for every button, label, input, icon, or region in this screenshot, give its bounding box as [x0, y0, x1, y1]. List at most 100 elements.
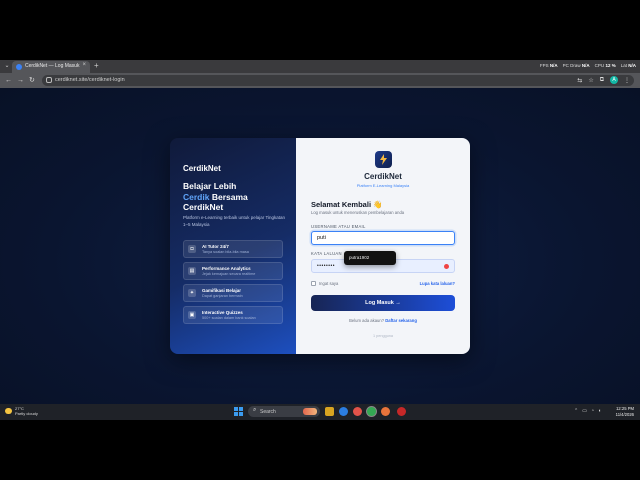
perf-stats: FPS N/A PC Draw N/A CPU 12 % Lat N/A — [540, 63, 636, 68]
stat-pc-draw: PC Draw N/A — [562, 63, 590, 68]
weather-desc: Partly cloudy — [15, 411, 38, 416]
battery-icon[interactable]: ▭ — [582, 408, 587, 414]
wave-icon: 👋 — [373, 200, 383, 209]
welcome-text: Selamat Kembali — [311, 200, 372, 209]
feature-ai-tutor: ◘ AI Tutor 24/7 Tanya soalan bila-bila m… — [183, 240, 283, 258]
weather-icon — [5, 408, 12, 414]
bookmark-star-icon[interactable]: ☆ — [588, 77, 593, 84]
taskbar: 27°C Partly cloudy ⌕ Search ⌃ ▭ ◔ ◖ 12:2… — [0, 404, 640, 420]
browser-toolbar: ← → ↻ cerdiknet.site/cerdiknet-login ⇆ ☆… — [0, 73, 640, 88]
screen: ⌄ CerdikNet — Log Masuk × + FPS N/A PC D… — [0, 0, 640, 480]
promo-subtitle: Platform e-Learning terbaik untuk pelaja… — [183, 215, 286, 227]
stat-cpu: CPU 12 % — [594, 63, 616, 68]
weather-widget[interactable]: 27°C Partly cloudy — [5, 406, 38, 416]
back-icon[interactable]: ← — [5, 76, 12, 85]
browser-app-icon[interactable] — [381, 407, 390, 416]
login-panel: CerdikNet Platform E-Learning Malaysia S… — [296, 138, 470, 354]
search-label: Search — [260, 409, 276, 415]
promo-headline: Belajar Lebih Cerdik Bersama CerdikNet — [183, 181, 288, 213]
stat-fps: FPS N/A — [539, 63, 558, 68]
feature-title: AI Tutor 24/7 — [202, 244, 229, 249]
taskbar-search[interactable]: ⌕ Search — [248, 406, 320, 417]
username-label: USERNAME ATAU EMAIL — [311, 224, 366, 229]
username-field[interactable]: puti — [311, 231, 455, 245]
feature-sub: Dapat ganjaran bermain — [202, 294, 243, 298]
remember-me[interactable]: Ingat saya — [311, 281, 338, 286]
tab-strip: ⌄ CerdikNet — Log Masuk × + FPS N/A PC D… — [0, 60, 640, 73]
welcome-subtitle: Log masuk untuk meneruskan pembelajaran … — [311, 210, 405, 215]
username-value[interactable]: puti — [317, 235, 326, 241]
omnibox-actions: ⇆ ☆ ⧉ A ⋮ — [577, 76, 630, 84]
feature-sub: Tanya soalan bila-bila masa — [202, 250, 249, 254]
close-icon[interactable]: × — [82, 62, 86, 68]
wifi-icon[interactable]: ◔ — [591, 408, 594, 414]
address-bar[interactable]: cerdiknet.site/cerdiknet-login ⇆ ☆ ⧉ A ⋮ — [42, 75, 634, 86]
reload-icon[interactable]: ↻ — [29, 76, 35, 85]
tab-active[interactable]: CerdikNet — Log Masuk × — [12, 61, 90, 73]
browser-window: ⌄ CerdikNet — Log Masuk × + FPS N/A PC D… — [0, 60, 640, 404]
profile-avatar[interactable]: A — [610, 76, 618, 84]
new-tab-icon[interactable]: + — [94, 61, 99, 70]
chrome-active-icon[interactable] — [367, 407, 376, 416]
search-icon: ⌕ — [253, 407, 257, 413]
tab-search-icon[interactable]: ⌄ — [3, 62, 11, 71]
signup-link[interactable]: Daftar sekarang — [385, 318, 417, 323]
logo-icon — [375, 151, 392, 168]
login-page: CerdikNet Belajar Lebih Cerdik Bersama C… — [0, 88, 640, 404]
quiz-icon: ▣ — [188, 311, 196, 319]
feature-sub: 500+ soalan dalam bank soalan — [202, 316, 256, 320]
remember-checkbox[interactable] — [311, 281, 316, 286]
promo-brand: CerdikNet — [183, 164, 221, 173]
weather-text: 27°C Partly cloudy — [15, 406, 38, 416]
autocomplete-suggestion[interactable]: putra1902 — [344, 251, 396, 265]
site-info-icon[interactable] — [46, 77, 52, 83]
favicon-icon — [16, 64, 22, 70]
forgot-password-link[interactable]: Lupa kata laluan? — [420, 281, 455, 286]
feature-analytics: ▤ Performance Analytics Jejak kemajuan s… — [183, 262, 283, 280]
chart-icon: ▤ — [188, 267, 196, 275]
headline-line1: Belajar Lebih — [183, 181, 237, 191]
login-card: CerdikNet Belajar Lebih Cerdik Bersama C… — [170, 138, 470, 354]
trophy-icon: ✦ — [188, 289, 196, 297]
feature-gamification: ✦ Gamifikasi Belajar Dapat ganjaran berm… — [183, 284, 283, 302]
translate-icon[interactable]: ⇆ — [577, 77, 582, 84]
feature-title: Performance Analytics — [202, 266, 251, 271]
password-manager-icon[interactable] — [444, 264, 449, 269]
robot-icon: ◘ — [188, 245, 196, 253]
welcome-title: Selamat Kembali 👋 — [311, 200, 382, 209]
tab-title: CerdikNet — Log Masuk — [25, 63, 80, 69]
login-button[interactable]: Log Masuk → — [311, 295, 455, 311]
record-app-icon[interactable] — [397, 407, 406, 416]
headline-line2: Bersama — [209, 191, 248, 202]
clock[interactable]: 12:25 PM 11/4/2026 — [616, 406, 634, 417]
users-count: 1 pengguna — [372, 334, 394, 338]
system-tray: ⌃ ▭ ◔ ◖ — [574, 408, 601, 414]
promo-panel: CerdikNet Belajar Lebih Cerdik Bersama C… — [170, 138, 296, 354]
url-text[interactable]: cerdiknet.site/cerdiknet-login — [55, 77, 125, 83]
signup-row: Belum ada akaun? Daftar sekarang — [296, 318, 470, 323]
login-tagline: Platform E-Learning Malaysia — [356, 183, 410, 188]
forward-icon[interactable]: → — [17, 76, 24, 85]
clock-time: 12:25 PM — [616, 406, 634, 411]
feature-title: Interactive Quizzes — [202, 310, 243, 315]
chrome-icon[interactable] — [353, 407, 362, 416]
login-brand: CerdikNet — [364, 172, 402, 181]
remember-label: Ingat saya — [319, 281, 339, 286]
search-highlight-icon — [303, 408, 317, 415]
menu-icon[interactable]: ⋮ — [624, 77, 630, 84]
volume-icon[interactable]: ◖ — [598, 408, 601, 414]
feature-sub: Jejak kemajuan secara realtime — [202, 272, 256, 276]
chevron-up-icon[interactable]: ⌃ — [574, 408, 578, 414]
windows-start-icon[interactable] — [234, 407, 243, 416]
extensions-icon[interactable]: ⧉ — [600, 77, 604, 84]
headline-line3: CerdikNet — [183, 202, 224, 212]
feature-quizzes: ▣ Interactive Quizzes 500+ soalan dalam … — [183, 306, 283, 324]
edge-icon[interactable] — [339, 407, 348, 416]
headline-highlight: Cerdik — [183, 191, 210, 202]
file-explorer-icon[interactable] — [325, 407, 334, 416]
password-label: KATA LALUAN — [311, 251, 342, 256]
stat-lat: Lat N/A — [620, 63, 636, 68]
clock-date: 11/4/2026 — [615, 411, 634, 417]
password-value[interactable]: •••••••• — [317, 263, 335, 269]
signup-prompt: Belum ada akaun? — [349, 318, 385, 323]
